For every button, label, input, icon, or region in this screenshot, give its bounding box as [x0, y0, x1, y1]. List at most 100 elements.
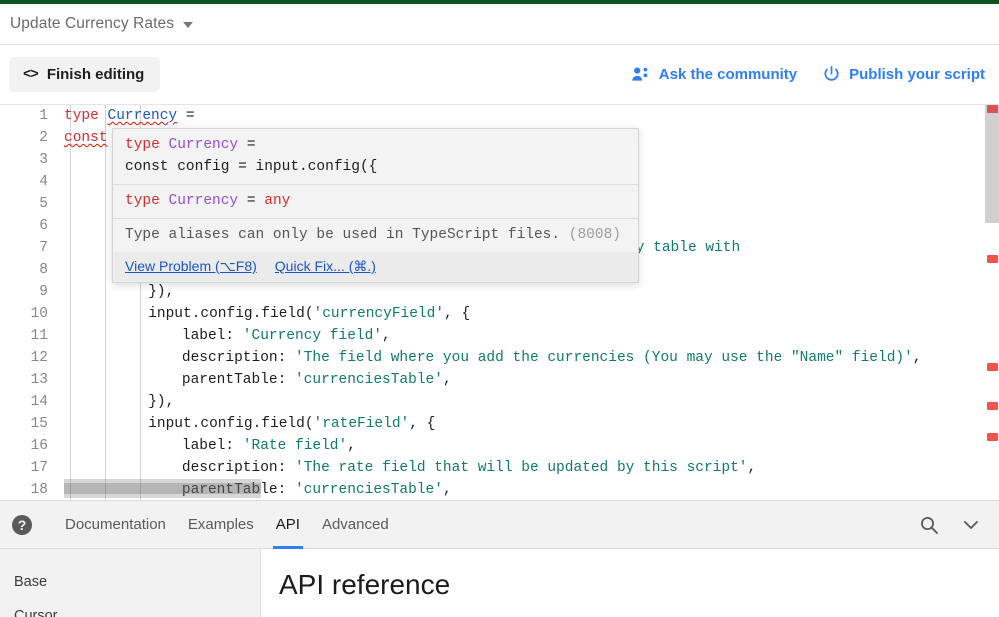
code-line[interactable]: 14}), — [0, 391, 999, 413]
line-number: 6 — [39, 218, 48, 234]
hover-keyword-type: type — [125, 137, 160, 153]
vertical-scrollbar[interactable] — [985, 105, 999, 500]
tab-advanced[interactable]: Advanced — [311, 501, 400, 549]
line-number: 3 — [39, 152, 48, 168]
token-plain: , — [442, 482, 452, 498]
code-text: type Currency = — [64, 105, 195, 127]
ask-the-community-link[interactable]: Ask the community — [632, 66, 797, 83]
line-number: 9 — [39, 284, 48, 300]
docs-tools — [919, 515, 999, 535]
code-line[interactable]: 13 parentTable: 'currenciesTable', — [0, 369, 999, 391]
token-plain: , — [747, 460, 757, 476]
code-text: description: 'The rate field that will b… — [182, 457, 756, 479]
code-line[interactable]: 16 label: 'Rate field', — [0, 435, 999, 457]
token-string: 'Currency field' — [242, 328, 383, 344]
code-text: }), — [148, 391, 174, 413]
code-line[interactable]: 9}), — [0, 281, 999, 303]
token-error: const — [64, 130, 108, 146]
line-number: 7 — [39, 240, 48, 256]
token-keyword: type — [64, 108, 99, 124]
error-marker[interactable] — [987, 255, 998, 263]
line-number: 14 — [30, 394, 48, 410]
docs-title: API reference — [279, 569, 451, 600]
token-hovered-symbol[interactable]: Currency — [108, 108, 178, 124]
question-mark-icon[interactable]: ? — [12, 514, 32, 535]
code-text: input.config.field('currencyField', { — [148, 303, 470, 325]
view-problem-link[interactable]: View Problem (⌥F8) — [125, 258, 257, 275]
horizontal-scrollbar[interactable] — [64, 483, 261, 494]
hover-alias-keyword: type — [125, 193, 160, 209]
code-text: const — [64, 127, 108, 149]
docs-sidebar-list: Base Cursor — [14, 565, 260, 617]
people-icon — [632, 67, 650, 82]
error-marker[interactable] — [987, 402, 998, 410]
token-plain: , — [912, 350, 922, 366]
token-plain: , — [382, 328, 391, 344]
code-text: parentTable: 'currenciesTable', — [182, 369, 452, 391]
code-line[interactable]: 17 description: 'The rate field that will… — [0, 457, 999, 479]
token-plain: , — [347, 438, 356, 454]
quick-fix-link[interactable]: Quick Fix... (⌘.) — [275, 258, 376, 275]
code-line[interactable]: 1 type Currency = — [0, 105, 999, 127]
code-text: label: 'Currency field', — [182, 325, 391, 347]
code-line[interactable]: 10 input.config.field('currencyField', { — [0, 303, 999, 325]
token-string: 'The field where you add the currencies … — [295, 350, 913, 366]
titlebar: Update Currency Rates — [0, 4, 999, 45]
docs-sidebar-item-base[interactable]: Base — [14, 565, 260, 599]
token-plain: parentTable: — [181, 372, 295, 388]
token-plain: label: — [181, 328, 243, 344]
line-number: 17 — [30, 460, 48, 476]
scrollbar-thumb[interactable] — [985, 105, 999, 223]
line-number: 12 — [30, 350, 48, 366]
token-plain: , — [442, 372, 452, 388]
code-text: description: 'The field where you add th… — [182, 347, 922, 369]
token-plain: }), — [148, 284, 175, 300]
line-number: 18 — [30, 482, 48, 498]
chevron-down-icon[interactable] — [183, 22, 194, 28]
error-marker[interactable] — [987, 105, 998, 113]
tab-api[interactable]: API — [265, 501, 311, 549]
line-number: 11 — [30, 328, 48, 344]
power-icon — [823, 66, 840, 83]
toolbar-right-actions: Ask the community Publish your script — [632, 66, 985, 83]
docs-tab-bar: ? Documentation Examples API Advanced — [0, 501, 999, 549]
chevron-down-icon[interactable] — [961, 518, 981, 532]
token-plain: input.config.field( — [148, 306, 314, 322]
code-line[interactable]: 11 label: 'Currency field', — [0, 325, 999, 347]
line-number: 10 — [30, 306, 48, 322]
finish-editing-button[interactable]: <> Finish editing — [9, 57, 161, 92]
ask-the-community-label: Ask the community — [658, 66, 798, 83]
hover-message-line: Type aliases can only be used in TypeScr… — [125, 224, 626, 246]
code-text: }), — [148, 281, 174, 303]
hover-alias-value: any — [264, 193, 291, 209]
hover-signature-tail: = — [238, 137, 256, 153]
code-line[interactable]: 15 input.config.field('rateField', { — [0, 413, 999, 435]
token-string: 'rateField' — [313, 416, 410, 432]
tab-documentation[interactable]: Documentation — [54, 501, 177, 549]
token-plain: }), — [148, 394, 175, 410]
error-marker[interactable] — [987, 363, 998, 371]
line-number: 5 — [39, 196, 48, 212]
code-line[interactable]: 12 description: 'The field where you add … — [0, 347, 999, 369]
airtable-scripting-editor: Update Currency Rates <> Finish editing … — [0, 0, 999, 617]
token-string: 'currencyField' — [313, 306, 445, 322]
line-number: 8 — [39, 262, 48, 278]
docs-sidebar-item-cursor[interactable]: Cursor — [14, 599, 260, 617]
token-plain: description: — [181, 350, 295, 366]
line-number: 2 — [39, 130, 48, 146]
token-plain: input.config.field( — [148, 416, 314, 432]
hover-alias-line: type Currency = any — [125, 190, 626, 212]
code-text: input.config.field('rateField', { — [148, 413, 435, 435]
search-icon[interactable] — [919, 515, 939, 535]
error-marker[interactable] — [987, 433, 998, 441]
docs-panel: ? Documentation Examples API Advanced Ba… — [0, 500, 999, 617]
publish-your-script-link[interactable]: Publish your script — [823, 66, 985, 83]
diagnostic-hover-popup: type Currency = const config = input.con… — [112, 128, 639, 283]
hover-type-name: Currency — [168, 137, 239, 153]
tab-examples[interactable]: Examples — [177, 501, 265, 549]
hover-message-section: Type aliases can only be used in TypeScr… — [113, 219, 638, 252]
docs-tabs-list: Documentation Examples API Advanced — [54, 501, 400, 549]
hover-alias-type: Currency — [168, 193, 239, 209]
editor-toolbar: <> Finish editing Ask the community Publ… — [0, 45, 999, 105]
